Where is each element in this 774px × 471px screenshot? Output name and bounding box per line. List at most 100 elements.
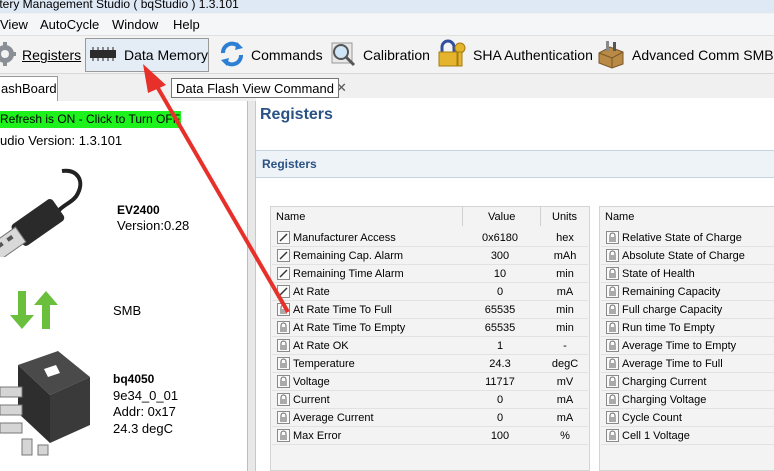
table-row[interactable]: Current 0 mA — [277, 391, 587, 409]
table-row[interactable]: At Rate Time To Full 65535 min — [277, 301, 587, 319]
menu-help[interactable]: Help — [173, 17, 200, 32]
lock-icon[interactable] — [606, 267, 619, 280]
edit-icon[interactable] — [277, 267, 290, 280]
lock-icon[interactable] — [277, 393, 290, 406]
gear-icon — [0, 41, 16, 70]
table-row[interactable]: At Rate Time To Empty 65535 min — [277, 319, 587, 337]
register-value[interactable]: 0 — [460, 412, 540, 424]
register-value[interactable]: 11717 — [460, 376, 540, 388]
register-units: hex — [556, 232, 574, 244]
page-title: Registers — [260, 106, 333, 123]
sha-authentication-button[interactable]: SHA Authentication — [437, 38, 593, 72]
table-row[interactable]: Voltage 11717 mV — [277, 373, 587, 391]
table-row[interactable]: Cell 1 Voltage — [606, 427, 774, 445]
register-value[interactable]: 10 — [460, 268, 540, 280]
register-units: % — [560, 430, 570, 442]
lock-icon[interactable] — [277, 339, 290, 352]
table-row[interactable]: Full charge Capacity — [606, 301, 774, 319]
register-units: degC — [551, 358, 579, 370]
register-name: Remaining Capacity — [622, 286, 721, 298]
table-row[interactable]: Remaining Cap. Alarm 300 mAh — [277, 247, 587, 265]
edit-icon[interactable] — [277, 231, 290, 244]
refresh-toggle[interactable]: Refresh is ON - Click to Turn OFF — [0, 111, 181, 128]
register-value[interactable]: 0 — [460, 394, 540, 406]
register-name: Charging Current — [622, 376, 707, 388]
lock-icon[interactable] — [606, 375, 619, 388]
register-value[interactable]: 24.3 — [460, 358, 540, 370]
calibration-button[interactable]: Calibration — [329, 38, 430, 72]
table-row[interactable]: Charging Current — [606, 373, 774, 391]
lock-icon[interactable] — [606, 231, 619, 244]
adapter-name: EV2400 — [117, 203, 160, 217]
register-value[interactable]: 300 — [460, 250, 540, 262]
tab-dashboard[interactable]: ashBoard — [0, 76, 58, 101]
table-row[interactable]: State of Health — [606, 265, 774, 283]
register-name: At Rate OK — [293, 340, 349, 352]
lock-icon[interactable] — [606, 285, 619, 298]
register-units: mA — [556, 286, 574, 298]
lock-icon[interactable] — [277, 429, 290, 442]
registers-button[interactable]: Registers — [0, 38, 81, 72]
lock-icon[interactable] — [277, 375, 290, 388]
column-divider[interactable] — [540, 206, 541, 226]
commands-button[interactable]: Commands — [219, 38, 323, 72]
register-value[interactable]: 0x6180 — [460, 232, 540, 244]
lock-icon[interactable] — [606, 249, 619, 262]
lock-icon[interactable] — [277, 411, 290, 424]
table-row[interactable]: Absolute State of Charge — [606, 247, 774, 265]
table-row[interactable]: Cycle Count — [606, 409, 774, 427]
register-name: State of Health — [622, 268, 695, 280]
data-memory-button[interactable]: Data Memory — [85, 38, 209, 72]
table-row[interactable]: Remaining Time Alarm 10 min — [277, 265, 587, 283]
table-row[interactable]: Max Error 100% — [277, 427, 587, 445]
register-value[interactable]: 0 — [460, 286, 540, 298]
lock-icon[interactable] — [606, 357, 619, 370]
register-name: Temperature — [293, 358, 355, 370]
lock-icon[interactable] — [277, 321, 290, 334]
tab-dashboard-label: ashBoard — [1, 81, 57, 96]
calibration-label: Calibration — [363, 47, 430, 63]
table-row[interactable]: Average Current 0 mA — [277, 409, 587, 427]
window-title: ttery Management Studio ( bqStudio ) 1.3… — [0, 0, 239, 11]
register-name: Manufacturer Access — [293, 232, 396, 244]
lock-icon[interactable] — [277, 357, 290, 370]
table-row[interactable]: Relative State of Charge — [606, 229, 774, 247]
menu-autocycle[interactable]: AutoCycle — [40, 17, 99, 32]
register-value[interactable]: 65535 — [460, 322, 540, 334]
register-name: Run time To Empty — [622, 322, 715, 334]
register-value[interactable]: 100 — [460, 430, 540, 442]
lock-icon[interactable] — [606, 303, 619, 316]
lock-icon[interactable] — [277, 303, 290, 316]
lock-icon[interactable] — [606, 321, 619, 334]
edit-icon[interactable] — [277, 249, 290, 262]
table-row[interactable]: Charging Voltage — [606, 391, 774, 409]
lock-key-icon — [437, 38, 467, 73]
table-row[interactable]: Temperature 24.3 degC — [277, 355, 587, 373]
register-value[interactable]: 65535 — [460, 304, 540, 316]
register-value[interactable]: 1 — [460, 340, 540, 352]
table-row[interactable]: At Rate OK 1 - — [277, 337, 587, 355]
register-units: min — [556, 268, 574, 280]
device-temperature: 24.3 degC — [113, 421, 173, 436]
advanced-comm-smb-button[interactable]: Advanced Comm SMB — [596, 38, 774, 72]
column-divider[interactable] — [462, 206, 463, 226]
lock-icon[interactable] — [606, 393, 619, 406]
lock-icon[interactable] — [606, 429, 619, 442]
edit-icon[interactable] — [277, 285, 290, 298]
lock-icon[interactable] — [606, 411, 619, 424]
table-row[interactable]: Manufacturer Access 0x6180 hex — [277, 229, 587, 247]
table-row[interactable]: At Rate 0 mA — [277, 283, 587, 301]
table-row[interactable]: Average Time to Empty — [606, 337, 774, 355]
refresh-arrows-icon — [219, 39, 245, 72]
registers-label: Registers — [22, 47, 82, 63]
table-row[interactable]: Run time To Empty — [606, 319, 774, 337]
col-header-units: Units — [552, 211, 578, 223]
table-row[interactable]: Remaining Capacity — [606, 283, 774, 301]
lock-icon[interactable] — [606, 339, 619, 352]
register-name: Average Current — [293, 412, 374, 424]
table-row[interactable]: Average Time to Full — [606, 355, 774, 373]
menu-window[interactable]: Window — [112, 17, 158, 32]
register-units: mAh — [553, 250, 577, 262]
menu-view[interactable]: View — [0, 17, 28, 32]
panel-splitter[interactable] — [248, 101, 256, 471]
